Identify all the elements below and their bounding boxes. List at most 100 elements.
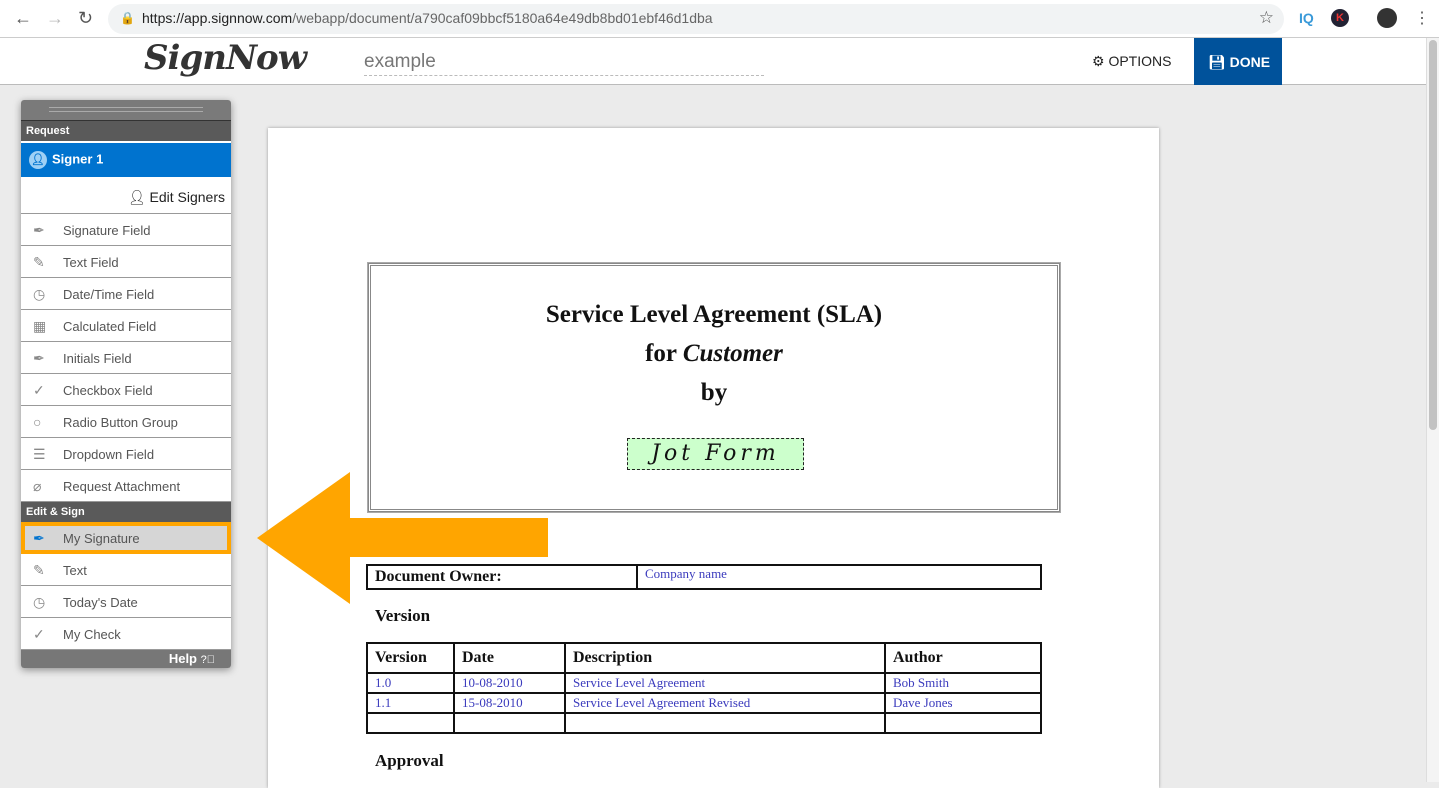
menu-dots-icon[interactable]: ⋮ — [1414, 8, 1430, 28]
done-label: DONE — [1229, 54, 1271, 70]
user-icon: 👤︎ — [29, 151, 47, 169]
owner-value[interactable]: Company name — [636, 564, 1042, 590]
save-icon: 💾︎ — [1208, 54, 1226, 70]
pen-nib-icon: ✒︎ — [33, 222, 45, 238]
table-cell[interactable]: 1.1 — [366, 692, 455, 714]
panel-item-request-attachment[interactable]: ⌀ Request Attachment — [21, 470, 231, 502]
pencil-icon: ✎ — [33, 254, 45, 270]
profile-avatar[interactable] — [1377, 8, 1397, 28]
table-row: 1.0 10-08-2010 Service Level Agreement Bob … — [366, 672, 1042, 694]
table-cell[interactable] — [884, 712, 1042, 734]
drag-handle[interactable] — [21, 100, 231, 121]
paperclip-icon: ⌀ — [33, 478, 42, 494]
panel-item-label: Text — [63, 563, 87, 578]
document-name-field[interactable]: example — [364, 51, 764, 76]
panel-item-label: My Check — [63, 627, 121, 642]
panel-item-signature-field[interactable]: ✒︎ Signature Field — [21, 214, 231, 246]
table-cell[interactable]: Service Level Agreement Revised — [564, 692, 886, 714]
panel-item-radio-button-group[interactable]: ○ Radio Button Group — [21, 406, 231, 438]
help-label: Help — [168, 651, 197, 666]
reload-icon[interactable]: ↻ — [78, 8, 93, 29]
signature-text: Jot Form — [651, 441, 780, 466]
pen-nib-icon: ✒︎ — [33, 530, 45, 546]
panel-item-my-signature[interactable]: ✒︎ My Signature — [21, 522, 231, 554]
browser-toolbar: ← → ↻ 🔒 https://app.signnow.com/webapp/d… — [0, 0, 1439, 38]
table-cell[interactable]: 10-08-2010 — [453, 672, 566, 694]
signature-field[interactable]: Jot Form — [627, 438, 804, 470]
panel-item-date-time-field[interactable]: ◷ Date/Time Field — [21, 278, 231, 310]
options-button[interactable]: ⚙ OPTIONS — [1092, 53, 1171, 70]
url-host: https://app.signnow.com — [142, 10, 293, 26]
url-path: /webapp/document/a790caf09bbcf5180a64e49… — [292, 10, 713, 26]
document-by: by — [700, 379, 728, 406]
column-header: Version — [366, 642, 455, 674]
panel-item-text-field[interactable]: ✎ Text Field — [21, 246, 231, 278]
table-cell[interactable] — [453, 712, 566, 734]
radio-icon: ○ — [33, 414, 42, 430]
address-bar[interactable]: 🔒 https://app.signnow.com/webapp/documen… — [108, 4, 1284, 34]
panel-item-label: Request Attachment — [63, 479, 181, 494]
iq-extension-icon[interactable]: IQ — [1299, 10, 1314, 26]
person-icon: 👤︎ — [127, 189, 146, 205]
table-header-row: Version Date Description Author — [366, 642, 1042, 674]
tools-panel: Request 👤︎ Signer 1 👤︎ Edit Signers ✒︎ Sig… — [21, 100, 231, 668]
dropdown-icon: ☰ — [33, 446, 46, 462]
panel-item-label: Dropdown Field — [63, 447, 155, 462]
table-cell[interactable]: Dave Jones — [884, 692, 1042, 714]
pen-nib-icon: ✒︎ — [33, 350, 45, 366]
check-icon: ✓ — [33, 626, 45, 642]
help-button[interactable]: Help ?⃝ — [21, 650, 231, 668]
calculator-icon: ▦ — [33, 318, 47, 334]
edit-signers-button[interactable]: 👤︎ Edit Signers — [21, 177, 231, 214]
approval-heading: Approval — [375, 751, 444, 770]
panel-item-dropdown-field[interactable]: ☰ Dropdown Field — [21, 438, 231, 470]
panel-item-today-s-date[interactable]: ◷ Today's Date — [21, 586, 231, 618]
panel-item-label: Checkbox Field — [63, 383, 153, 398]
panel-item-my-check[interactable]: ✓ My Check — [21, 618, 231, 650]
table-cell[interactable] — [366, 712, 455, 734]
table-cell[interactable]: Bob Smith — [884, 672, 1042, 694]
panel-item-label: Text Field — [63, 255, 119, 270]
table-cell[interactable]: 15-08-2010 — [453, 692, 566, 714]
k-extension-icon[interactable]: K — [1331, 9, 1349, 27]
table-cell[interactable]: Service Level Agreement — [564, 672, 886, 694]
panel-item-initials-field[interactable]: ✒︎ Initials Field — [21, 342, 231, 374]
document-title: Service Level Agreement (SLA) — [545, 301, 883, 328]
panel-item-checkbox-field[interactable]: ✓ Checkbox Field — [21, 374, 231, 406]
panel-item-label: Initials Field — [63, 351, 132, 366]
url-text: https://app.signnow.com/webapp/document/… — [142, 10, 713, 26]
edit-sign-section-header: Edit & Sign — [21, 502, 231, 522]
panel-item-text[interactable]: ✎ Text — [21, 554, 231, 586]
signer-selector[interactable]: 👤︎ Signer 1 — [21, 143, 231, 177]
bookmark-star-icon[interactable]: ☆ — [1259, 8, 1274, 28]
signnow-logo[interactable]: SignNow — [144, 38, 307, 78]
panel-item-calculated-field[interactable]: ▦ Calculated Field — [21, 310, 231, 342]
clock-icon: ◷ — [33, 286, 46, 302]
forward-icon[interactable]: → — [46, 8, 64, 29]
request-section-header: Request — [21, 121, 231, 141]
column-header: Date — [453, 642, 566, 674]
orange-arrow-annotation — [257, 472, 548, 604]
done-button[interactable]: 💾︎ DONE — [1194, 38, 1282, 85]
options-label: OPTIONS — [1108, 53, 1172, 69]
column-header: Description — [564, 642, 886, 674]
panel-item-label: Signature Field — [63, 223, 151, 238]
back-icon[interactable]: ← — [14, 8, 32, 29]
lock-icon: 🔒 — [120, 11, 135, 25]
version-heading: Version — [375, 606, 431, 625]
table-row: 1.1 15-08-2010 Service Level Agreement Rev… — [366, 692, 1042, 714]
document-subtitle: for Customer — [371, 340, 1057, 368]
panel-item-label: Radio Button Group — [63, 415, 178, 430]
panel-item-label: Date/Time Field — [63, 287, 155, 302]
table-cell[interactable] — [564, 712, 886, 734]
scrollbar-thumb[interactable] — [1429, 40, 1437, 430]
table-cell[interactable]: 1.0 — [366, 672, 455, 694]
gear-icon: ⚙ — [1092, 53, 1105, 69]
column-header: Author — [884, 642, 1042, 674]
edit-signers-label: Edit Signers — [149, 189, 225, 205]
scrollbar[interactable] — [1426, 38, 1439, 782]
question-circle-icon: ?⃝ — [200, 654, 215, 666]
panel-item-label: Today's Date — [63, 595, 138, 610]
pencil-icon: ✎ — [33, 562, 45, 578]
clock-icon: ◷ — [33, 594, 46, 610]
